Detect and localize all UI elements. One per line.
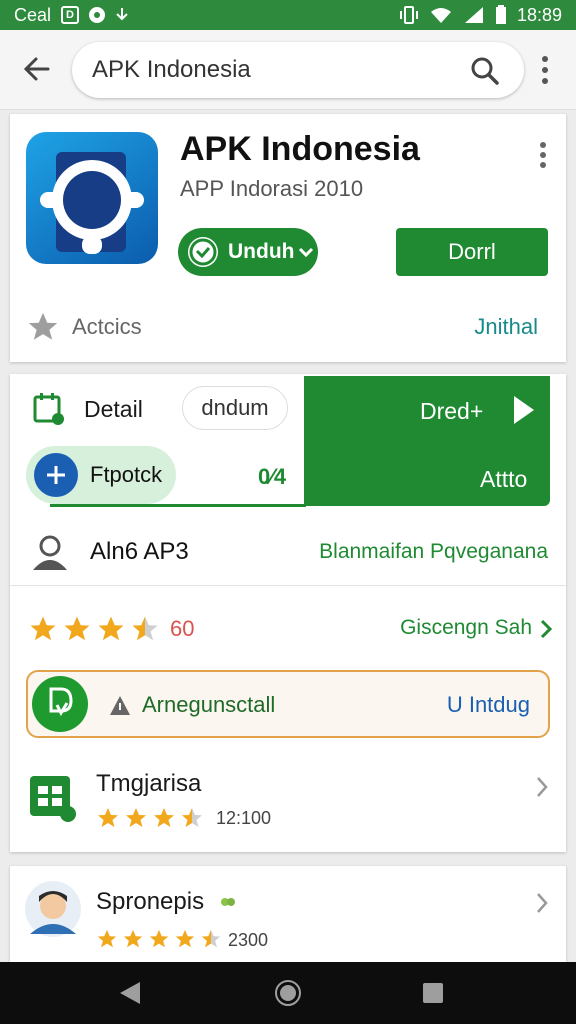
app-subtitle: APP Indorasi 2010 — [180, 176, 364, 201]
chevron-right-icon — [537, 893, 548, 913]
details-card: Detail dndum Dred+ Attto Ftpotck 0⁄4 Aln… — [10, 374, 566, 852]
badge-icon — [221, 898, 235, 906]
progress-bar — [50, 504, 306, 507]
star-half-icon — [201, 929, 221, 948]
arrow-left-icon — [23, 57, 50, 81]
apk-row[interactable]: Arnegunsctall U Intdug — [26, 670, 550, 738]
list-item-count: 2300 — [228, 930, 269, 950]
star-icon — [123, 929, 143, 948]
more-vertical-icon — [542, 56, 548, 84]
star-icon — [28, 312, 58, 340]
back-button[interactable] — [20, 52, 54, 86]
star-icon — [30, 616, 56, 641]
star-icon — [149, 929, 169, 948]
vibrate-icon — [399, 6, 418, 24]
search-bar[interactable] — [72, 42, 524, 98]
actcics-label: Actcics — [72, 314, 142, 339]
apk-label: Arnegunsctall — [142, 692, 276, 717]
play-icon — [514, 396, 534, 424]
star-icon — [64, 616, 90, 641]
star-icon — [98, 808, 118, 827]
navigation-bar — [0, 962, 576, 1024]
star-icon — [154, 808, 174, 827]
actcics-row[interactable]: Actcics — [26, 310, 142, 344]
star-icon — [126, 808, 146, 827]
list-item-count: 12:100 — [216, 808, 272, 828]
notification-box-icon: D — [61, 6, 80, 24]
user-icon — [33, 535, 67, 570]
battery-icon — [495, 5, 506, 24]
app-menu-button[interactable] — [534, 140, 552, 170]
apk-action[interactable]: U Intdug — [447, 692, 530, 718]
more-vertical-icon — [540, 142, 546, 168]
avatar — [25, 881, 81, 937]
aln-row[interactable]: Aln6 AP3 Blanmaifan Pqveganana — [10, 520, 566, 586]
app-bar — [0, 30, 576, 110]
action-panel[interactable]: Dred+ Attto — [304, 376, 550, 506]
chevron-right-icon — [540, 619, 552, 639]
chevron-down-icon — [299, 247, 314, 258]
plus-icon — [34, 453, 78, 497]
carrier-label: Ceal — [14, 4, 52, 25]
app-icon[interactable] — [26, 132, 158, 264]
percent-label: 0⁄4 — [258, 464, 287, 489]
calendar-icon — [33, 393, 64, 425]
nav-back-icon[interactable] — [118, 980, 142, 1006]
warning-icon — [110, 696, 130, 715]
search-input[interactable] — [92, 54, 452, 86]
check-circle-icon — [188, 237, 218, 267]
list-item-title: Tmgjarisa — [96, 770, 202, 797]
record-icon — [89, 7, 106, 23]
download-circle-icon — [32, 676, 88, 732]
star-icon — [175, 929, 195, 948]
list-item-title: Spronepis — [96, 888, 205, 915]
panel-top-label: Dred+ — [420, 398, 484, 424]
ftpotck-label: Ftpotck — [90, 462, 163, 487]
app-icon-green — [30, 776, 76, 822]
detail-row[interactable]: Detail — [32, 392, 143, 426]
signal-icon — [464, 7, 483, 23]
ftpotck-chip[interactable]: Ftpotck — [26, 446, 176, 504]
aln-value: Blanmaifan Pqveganana — [319, 540, 548, 563]
download-icon — [116, 8, 128, 21]
panel-bottom-label: Attto — [480, 466, 528, 492]
nav-recents-icon[interactable] — [422, 982, 444, 1004]
detail-label: Detail — [84, 395, 143, 422]
app-logo-icon — [40, 152, 144, 254]
aln-label: Aln6 AP3 — [90, 538, 189, 565]
rating-link[interactable]: Giscengn Sah — [400, 616, 532, 640]
star-icon — [98, 616, 124, 641]
install-button[interactable]: Dorrl — [396, 228, 548, 276]
list-item[interactable]: Spronepis 2300 — [10, 866, 566, 962]
chevron-right-icon — [537, 777, 548, 797]
list-item-stars — [96, 806, 204, 830]
rating-stars — [28, 614, 160, 644]
unduh-button[interactable]: Unduh — [178, 228, 318, 276]
search-button[interactable] — [470, 56, 500, 86]
nav-home-icon[interactable] — [274, 979, 302, 1007]
list-item-stars — [96, 928, 222, 950]
app-header-card: APK Indonesia APP Indorasi 2010 Unduh Do… — [10, 114, 566, 362]
install-link[interactable]: Jnithal — [474, 314, 538, 340]
overflow-menu-button[interactable] — [535, 54, 555, 86]
clock: 18:89 — [516, 4, 562, 25]
unduh-label: Unduh — [228, 240, 295, 263]
star-half-icon — [132, 616, 158, 641]
search-icon — [471, 57, 499, 85]
undum-chip[interactable]: dndum — [182, 386, 288, 430]
rating-row[interactable]: 60 Giscengn Sah — [10, 586, 566, 666]
rating-count: 60 — [170, 616, 195, 641]
star-half-icon — [182, 808, 202, 827]
status-bar: Ceal D 18:89 — [0, 0, 576, 30]
star-icon — [97, 929, 117, 948]
list-item[interactable]: Tmgjarisa 12:100 — [10, 754, 566, 850]
app-title: APK Indonesia — [180, 130, 420, 168]
wifi-icon — [430, 8, 451, 23]
